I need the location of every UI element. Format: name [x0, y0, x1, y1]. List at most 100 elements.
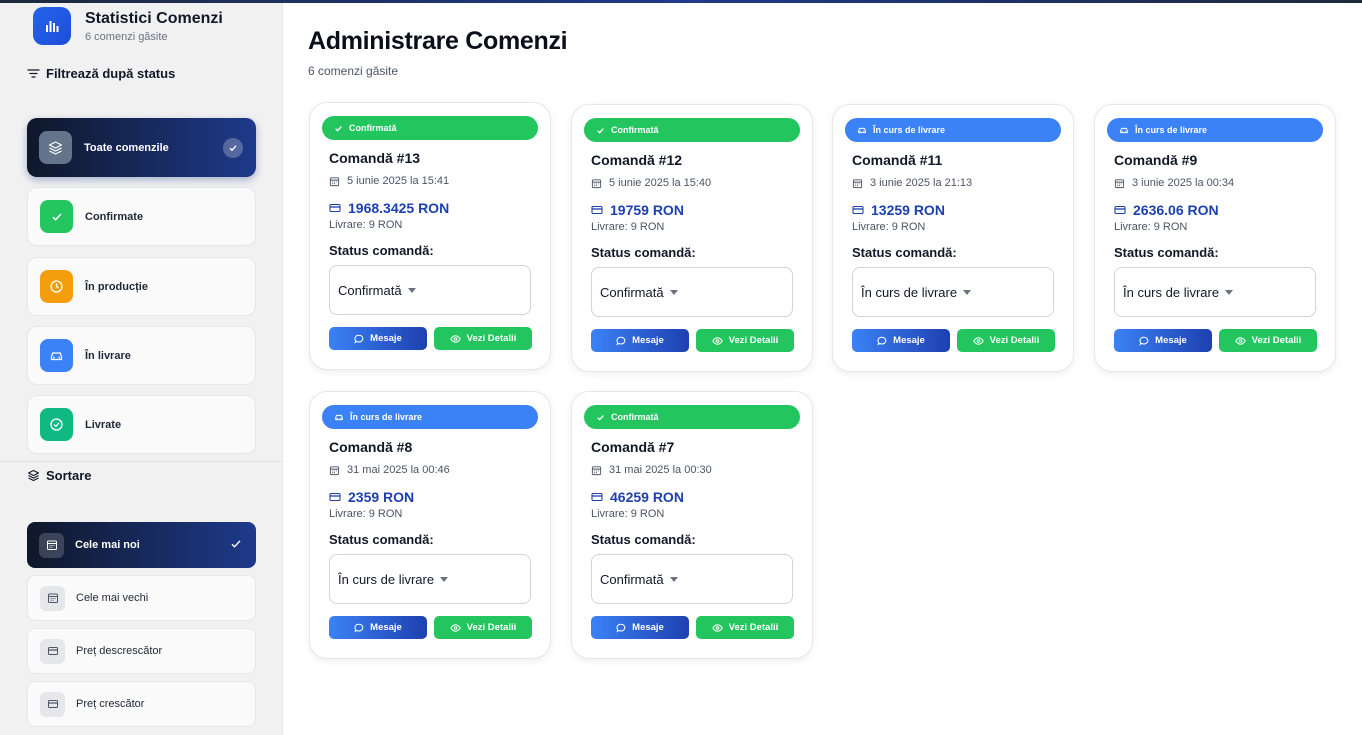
messages-button[interactable]: Mesaje	[329, 616, 427, 639]
status-label: Status comandă:	[329, 243, 434, 258]
car-icon	[335, 414, 343, 421]
order-title: Comandă #12	[591, 152, 683, 168]
credit-card-icon	[329, 203, 341, 213]
status-label: Status comandă:	[329, 532, 434, 547]
car-icon	[1120, 127, 1128, 134]
order-date: 31 mai 2025 la 00:46	[329, 464, 450, 476]
order-price: 1968.3425 RON	[329, 200, 449, 216]
delivery-cost: Livrare: 9 RON	[852, 221, 926, 233]
message-icon	[354, 623, 364, 633]
eye-icon	[711, 336, 723, 345]
message-icon	[616, 623, 626, 633]
status-badge: Confirmată	[584, 118, 800, 142]
order-price-text: 46259 RON	[610, 489, 684, 505]
view-details-button-label: Vezi Detalii	[989, 335, 1040, 346]
filter-in-delivery[interactable]: În livrare	[27, 326, 256, 385]
sort-label: Cele mai noi	[75, 539, 140, 551]
eye-icon	[972, 336, 984, 345]
status-select[interactable]: În curs de livrare	[329, 554, 531, 604]
filter-label: În producție	[85, 280, 148, 293]
car-icon	[40, 339, 73, 372]
status-badge-label: În curs de livrare	[873, 125, 946, 135]
filter-confirmed[interactable]: Confirmate	[27, 187, 256, 246]
sort-oldest[interactable]: Cele mai vechi	[27, 575, 256, 621]
sort-price-desc[interactable]: Preț descrescător	[27, 628, 256, 674]
filter-all-orders[interactable]: Toate comenzile	[27, 118, 256, 177]
calendar-icon	[39, 532, 64, 558]
chevron-down-icon	[1225, 290, 1234, 295]
status-select[interactable]: Confirmată	[591, 554, 793, 604]
sidebar-subtitle: 6 comenzi găsite	[85, 31, 168, 43]
sidebar-title: Statistici Comenzi	[85, 10, 223, 27]
view-details-button[interactable]: Vezi Detalii	[1219, 329, 1317, 352]
view-details-button[interactable]: Vezi Detalii	[957, 329, 1055, 352]
order-price: 2359 RON	[329, 489, 414, 505]
credit-card-icon	[1114, 205, 1126, 215]
filter-icon	[27, 69, 40, 78]
view-details-button-label: Vezi Detalii	[466, 622, 517, 633]
messages-button[interactable]: Mesaje	[591, 616, 689, 639]
view-details-button[interactable]: Vezi Detalii	[696, 329, 794, 352]
chevron-down-icon	[669, 290, 678, 295]
delivery-cost: Livrare: 9 RON	[329, 219, 403, 231]
status-select-value: Confirmată	[600, 571, 664, 587]
filter-delivered[interactable]: Livrate	[27, 395, 256, 454]
status-label: Status comandă:	[852, 245, 957, 260]
order-date-text: 31 mai 2025 la 00:46	[347, 464, 450, 476]
check-icon	[335, 125, 342, 132]
status-select[interactable]: În curs de livrare	[1114, 267, 1316, 317]
order-date-text: 3 iunie 2025 la 00:34	[1132, 177, 1235, 189]
view-details-button[interactable]: Vezi Detalii	[434, 327, 532, 350]
messages-button-label: Mesaje	[632, 622, 664, 633]
check-circle-icon	[40, 408, 73, 441]
status-select[interactable]: În curs de livrare	[852, 267, 1054, 317]
filter-in-production[interactable]: În producție	[27, 257, 256, 316]
eye-icon	[1234, 336, 1246, 345]
order-price-text: 19759 RON	[610, 202, 684, 218]
check-icon	[231, 540, 241, 548]
filter-section-title: Filtrează după status	[27, 66, 175, 81]
page-title: Administrare Comenzi	[308, 27, 568, 55]
sort-section-title: Sortare	[27, 468, 92, 483]
credit-card-icon	[852, 205, 864, 215]
messages-button[interactable]: Mesaje	[1114, 329, 1212, 352]
order-card: În curs de livrare Comandă #11 3 iunie 2…	[832, 104, 1074, 372]
top-accent-line	[0, 0, 1362, 3]
order-price-text: 1968.3425 RON	[348, 200, 450, 216]
sort-newest[interactable]: Cele mai noi	[27, 522, 256, 568]
messages-button[interactable]: Mesaje	[852, 329, 950, 352]
status-label: Status comandă:	[591, 532, 696, 547]
filter-label: Confirmate	[85, 210, 144, 223]
order-title: Comandă #9	[1114, 152, 1198, 168]
sidebar: Statistici Comenzi 6 comenzi găsite Filt…	[0, 0, 283, 735]
messages-button-label: Mesaje	[370, 333, 402, 344]
check-icon	[597, 127, 604, 134]
status-badge: În curs de livrare	[322, 405, 538, 429]
messages-button[interactable]: Mesaje	[591, 329, 689, 352]
order-card: Confirmată Comandă #12 5 iunie 2025 la 1…	[571, 104, 813, 372]
status-select[interactable]: Confirmată	[591, 267, 793, 317]
order-date: 3 iunie 2025 la 21:13	[852, 177, 972, 189]
view-details-button[interactable]: Vezi Detalii	[434, 616, 532, 639]
view-details-button-label: Vezi Detalii	[728, 335, 779, 346]
status-badge: Confirmată	[322, 116, 538, 140]
status-select-value: În curs de livrare	[861, 284, 958, 300]
sidebar-header: Statistici Comenzi 6 comenzi găsite	[33, 7, 223, 45]
sort-price-asc[interactable]: Preț crescător	[27, 681, 256, 727]
sort-label: Preț crescător	[76, 698, 145, 710]
status-select-value: În curs de livrare	[1123, 284, 1220, 300]
order-price: 46259 RON	[591, 489, 684, 505]
view-details-button-label: Vezi Detalii	[728, 622, 779, 633]
view-details-button[interactable]: Vezi Detalii	[696, 616, 794, 639]
order-card: Confirmată Comandă #7 31 mai 2025 la 00:…	[571, 391, 813, 659]
view-details-button-label: Vezi Detalii	[1251, 335, 1302, 346]
sidebar-divider	[0, 461, 283, 462]
order-date-text: 5 iunie 2025 la 15:41	[347, 175, 450, 187]
message-icon	[877, 336, 887, 346]
status-select[interactable]: Confirmată	[329, 265, 531, 315]
order-title: Comandă #8	[329, 439, 413, 455]
status-badge-label: În curs de livrare	[350, 412, 423, 422]
delivery-cost: Livrare: 9 RON	[591, 508, 665, 520]
messages-button[interactable]: Mesaje	[329, 327, 427, 350]
order-date: 31 mai 2025 la 00:30	[591, 464, 712, 476]
